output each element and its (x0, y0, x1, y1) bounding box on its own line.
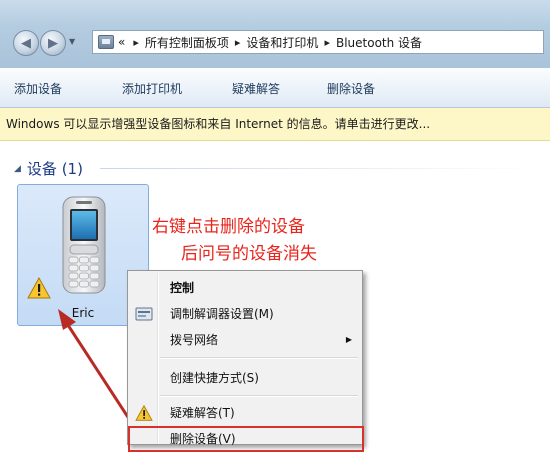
troubleshoot-button[interactable]: 疑难解答 (232, 80, 280, 97)
group-header[interactable]: ◢ 设备 (1) (14, 158, 83, 179)
forward-arrow-icon: ▶ (48, 35, 58, 51)
annotation-line: 后问号的设备消失 (181, 244, 317, 264)
add-device-button[interactable]: 添加设备 (14, 80, 62, 97)
menu-item-label: 控制 (170, 281, 195, 295)
breadcrumb-devices-printers[interactable]: 设备和打印机 (246, 34, 318, 51)
warning-icon (135, 405, 153, 421)
info-bar[interactable]: Windows 可以显示增强型设备图标和来自 Internet 的信息。请单击进… (0, 108, 550, 141)
back-arrow-icon: ◀ (21, 35, 31, 51)
breadcrumb-control-panel[interactable]: 所有控制面板项 (145, 34, 229, 51)
breadcrumb-overflow[interactable]: « (118, 35, 125, 49)
highlight-box (128, 426, 364, 452)
menu-item-label: 创建快捷方式(S) (170, 371, 259, 385)
add-printer-button[interactable]: 添加打印机 (122, 80, 182, 97)
group-label: 设备 (1) (26, 160, 83, 178)
window-titlebar: ◀ ▶ ▼ « ▸ 所有控制面板项 ▸ 设备和打印机 ▸ Bluetooth 设… (0, 0, 550, 68)
menu-item-label: 拨号网络 (170, 333, 219, 347)
menu-item-dialup[interactable]: 拨号网络 ▶ (130, 329, 360, 351)
chevron-right-icon[interactable]: ▸ (324, 36, 330, 49)
group-divider (100, 168, 540, 169)
menu-item-label: 疑难解答(T) (170, 406, 235, 420)
command-bar: 添加设备 添加打印机 疑难解答 删除设备 (0, 68, 550, 108)
mobile-phone-icon (62, 196, 106, 294)
forward-button[interactable]: ▶ (40, 30, 66, 56)
breadcrumb-bluetooth[interactable]: Bluetooth 设备 (336, 34, 422, 51)
menu-item-troubleshoot[interactable]: 疑难解答(T) (130, 402, 360, 424)
remove-device-button[interactable]: 删除设备 (327, 80, 375, 97)
chevron-right-icon[interactable]: ▸ (133, 36, 139, 49)
control-panel-icon (98, 35, 114, 49)
annotation-line: 右键点击删除的设备 (152, 217, 305, 237)
collapse-arrow-icon[interactable]: ◢ (14, 164, 21, 174)
history-dropdown-icon[interactable]: ▼ (69, 37, 75, 46)
annotation-text: 右键点击删除的设备 后问号的设备消失 (152, 214, 317, 268)
menu-item-modem-settings[interactable]: 调制解调器设置(M) (130, 303, 360, 325)
back-button[interactable]: ◀ (13, 30, 39, 56)
menu-separator (160, 395, 358, 397)
menu-item-label: 调制解调器设置(M) (170, 307, 274, 321)
chevron-right-icon[interactable]: ▸ (235, 36, 241, 49)
context-menu: 控制 调制解调器设置(M) 拨号网络 ▶ 创建快捷方式(S) 疑难解答(T) 删… (127, 270, 364, 452)
warning-icon (27, 277, 51, 299)
submenu-arrow-icon: ▶ (345, 335, 352, 344)
address-bar[interactable]: « ▸ 所有控制面板项 ▸ 设备和打印机 ▸ Bluetooth 设备 (92, 30, 544, 54)
modem-settings-icon (135, 307, 153, 321)
menu-item-control[interactable]: 控制 (130, 277, 360, 299)
menu-separator (160, 357, 358, 359)
menu-item-create-shortcut[interactable]: 创建快捷方式(S) (130, 367, 360, 389)
